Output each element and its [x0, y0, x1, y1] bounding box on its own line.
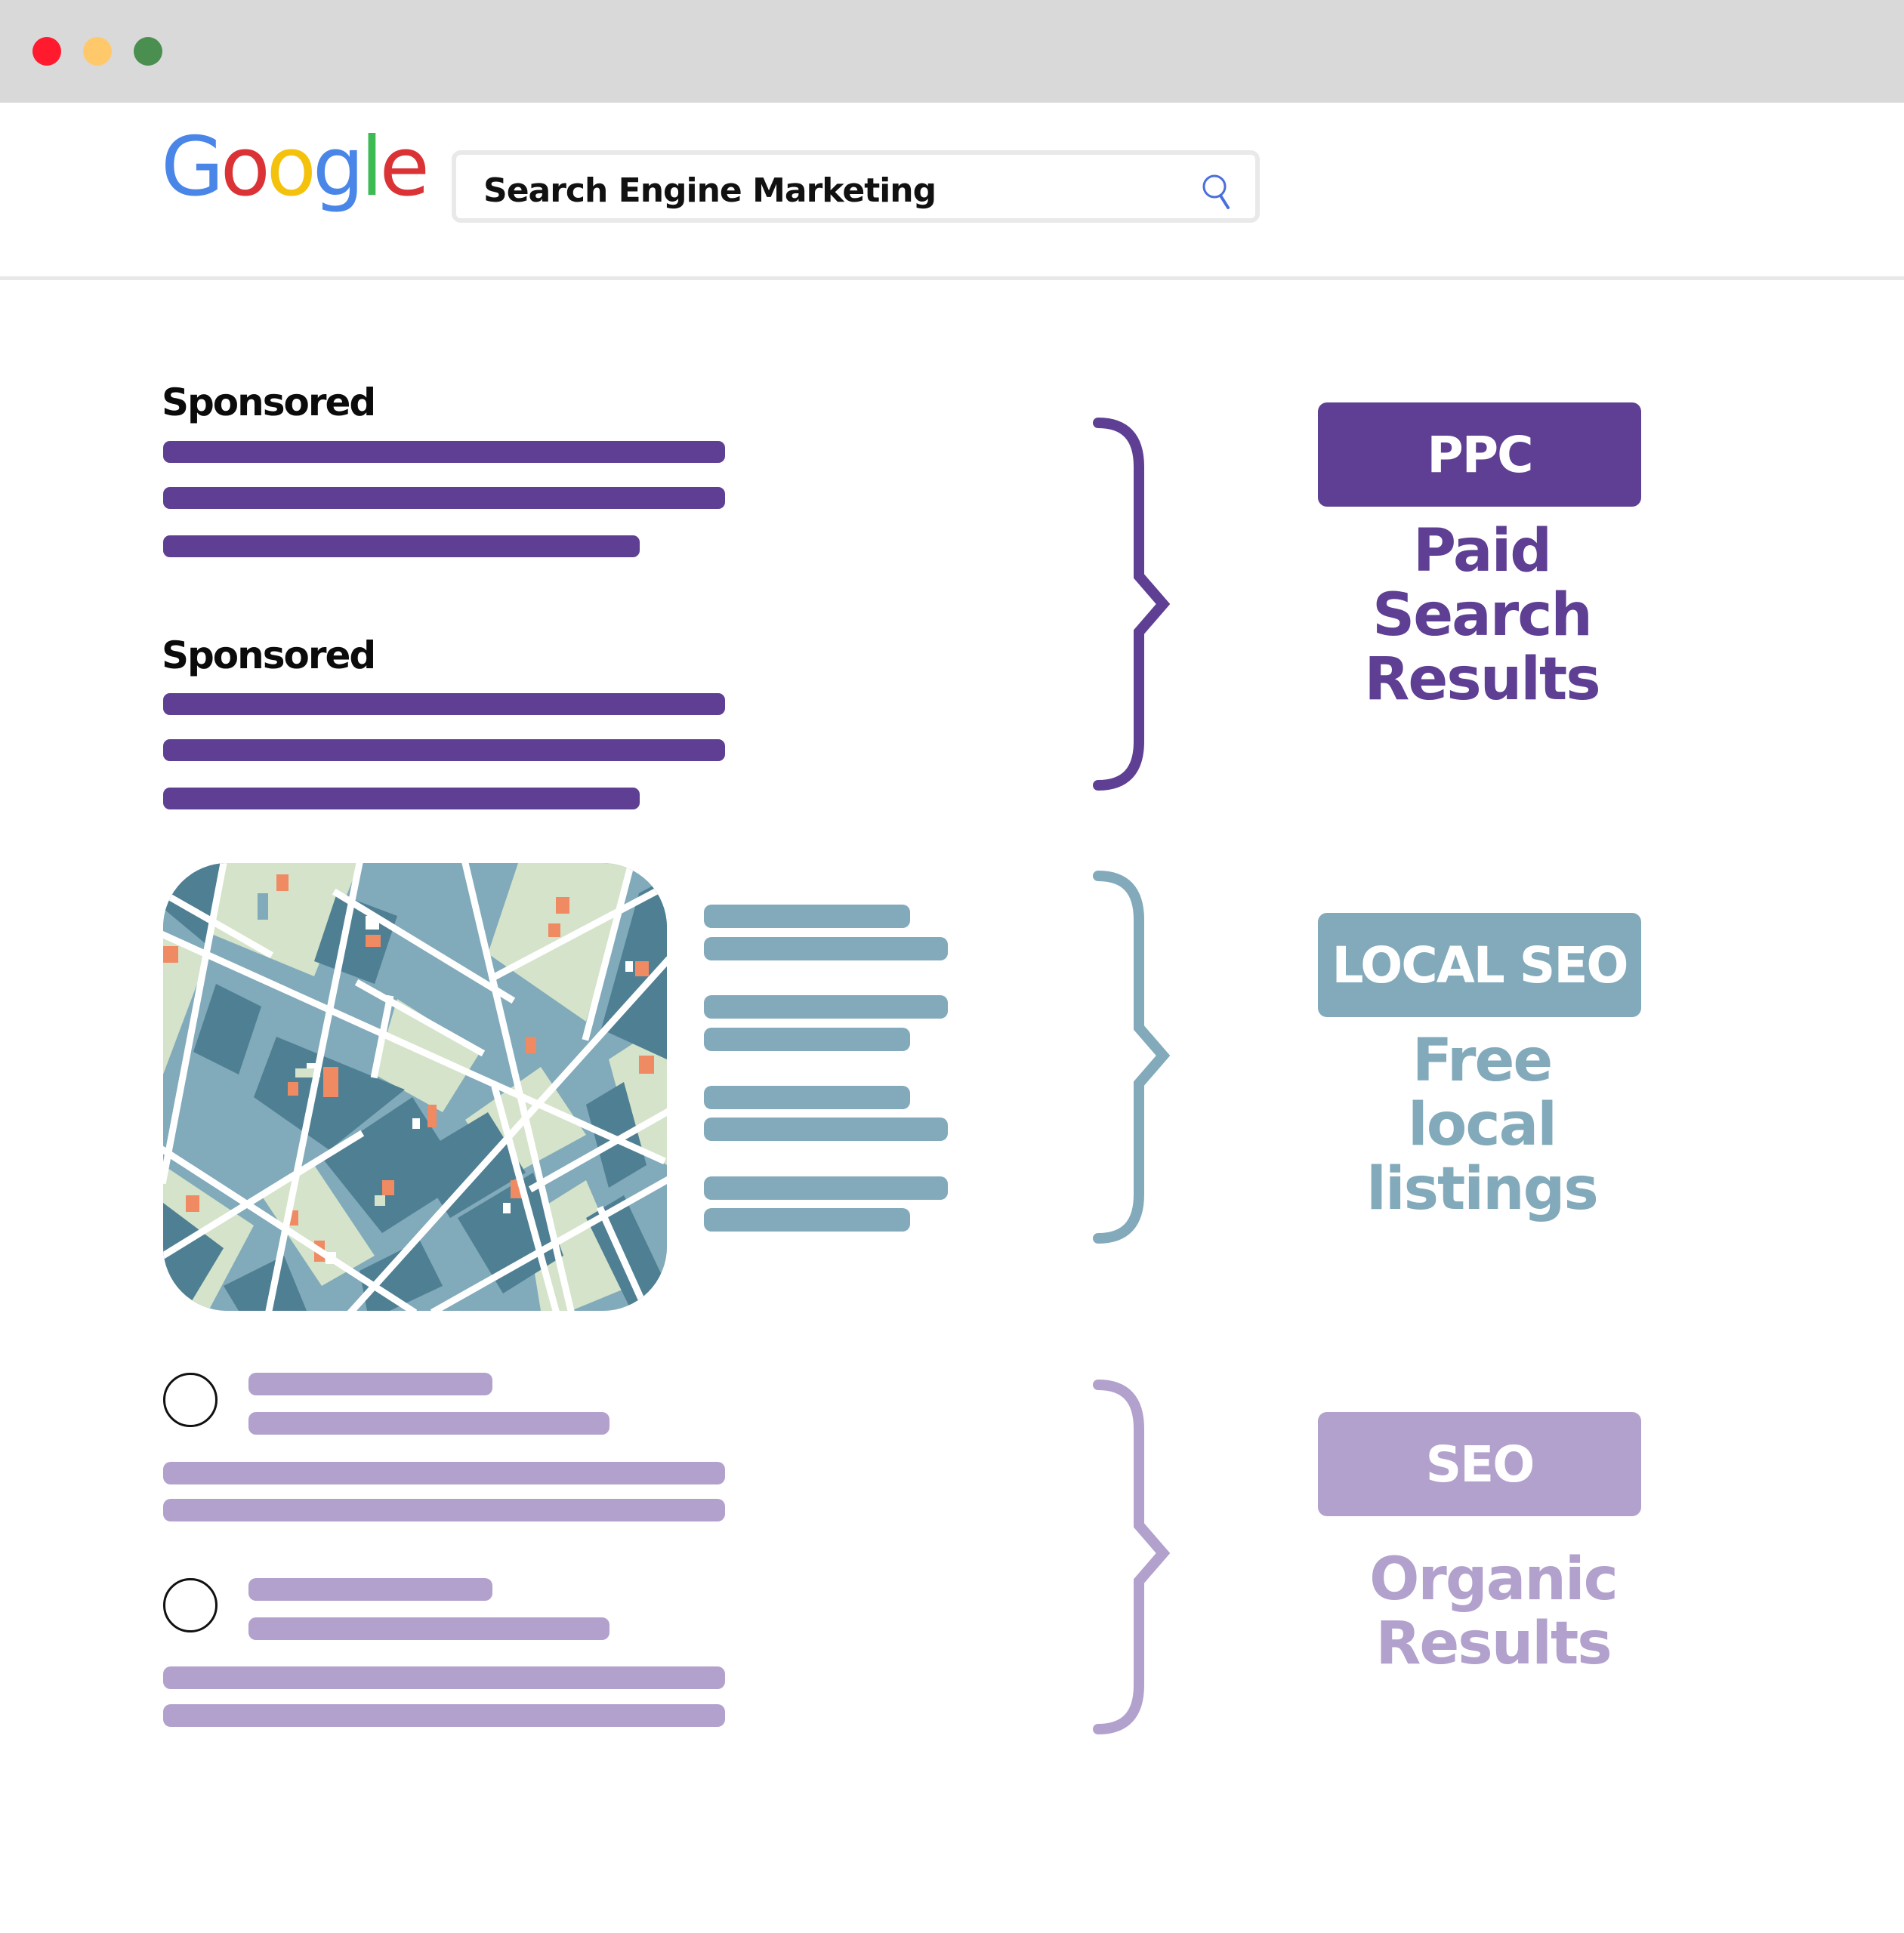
seo-description-line: Organic: [1369, 1546, 1619, 1614]
ppc-description-line: Paid: [1412, 517, 1552, 585]
ppc-tag-label: PPC: [1427, 425, 1533, 484]
organic-text-line: [163, 1704, 725, 1727]
local-map[interactable]: [163, 863, 667, 1311]
city-map-illustration: [163, 863, 667, 1311]
sponsored-label: Sponsored: [162, 381, 376, 424]
organic-url-line: [248, 1617, 609, 1640]
logo-letter: o: [220, 120, 270, 214]
listing-text-line: [704, 937, 948, 960]
organic-bracket-icon: [1093, 1380, 1171, 1734]
local-seo-description-line: Free: [1412, 1027, 1554, 1095]
ad-text-line: [163, 535, 640, 557]
window-maximize-button[interactable]: [134, 37, 162, 66]
organic-text-line: [163, 1499, 725, 1521]
site-favicon: [163, 1578, 218, 1632]
window-minimize-button[interactable]: [83, 37, 112, 66]
ad-title-line[interactable]: [163, 441, 725, 463]
seo-description: Organic Results: [1329, 1548, 1657, 1676]
local-bracket-icon: [1093, 871, 1171, 1244]
logo-letter: G: [161, 120, 224, 214]
ad-title-line[interactable]: [163, 693, 725, 715]
listing-title-line[interactable]: [704, 905, 910, 928]
local-seo-description-line: local: [1408, 1091, 1557, 1159]
organic-title-line[interactable]: [248, 1373, 492, 1395]
window-close-button[interactable]: [32, 37, 61, 66]
logo-letter: l: [360, 120, 383, 214]
listing-text-line: [704, 1118, 948, 1141]
ppc-description-line: Results: [1364, 646, 1600, 714]
local-seo-description: Free local listings: [1318, 1029, 1646, 1222]
logo-letter: o: [266, 120, 316, 214]
listing-title-line[interactable]: [704, 1176, 948, 1200]
ad-text-line: [163, 487, 725, 509]
search-input[interactable]: Search Engine Marketing: [452, 150, 1260, 223]
ppc-description-line: Search: [1372, 581, 1593, 649]
ppc-description: Paid Search Results: [1318, 519, 1646, 712]
ad-text-line: [163, 788, 640, 809]
listing-title-line[interactable]: [704, 1086, 910, 1109]
seo-tag-label: SEO: [1425, 1435, 1535, 1494]
logo-letter: g: [312, 120, 365, 214]
seo-description-line: Results: [1375, 1610, 1612, 1678]
local-seo-tag: LOCAL SEO: [1318, 913, 1641, 1017]
search-query-text: Search Engine Marketing: [483, 171, 937, 210]
header-divider: [0, 276, 1904, 280]
organic-text-line: [163, 1666, 725, 1689]
ad-text-line: [163, 739, 725, 761]
listing-title-line[interactable]: [704, 995, 948, 1019]
organic-url-line: [248, 1412, 609, 1435]
seo-tag: SEO: [1318, 1412, 1641, 1516]
sponsored-label: Sponsored: [162, 634, 376, 677]
organic-text-line: [163, 1462, 725, 1484]
site-favicon: [163, 1373, 218, 1427]
local-seo-description-line: listings: [1366, 1155, 1599, 1223]
organic-title-line[interactable]: [248, 1578, 492, 1601]
search-icon[interactable]: [1196, 170, 1239, 212]
listing-text-line: [704, 1208, 910, 1232]
listing-text-line: [704, 1028, 910, 1051]
google-logo[interactable]: Google: [161, 120, 430, 214]
ppc-bracket-icon: [1093, 418, 1171, 791]
browser-title-bar: [0, 0, 1904, 103]
local-seo-tag-label: LOCAL SEO: [1332, 936, 1628, 994]
logo-letter: e: [379, 120, 429, 214]
ppc-tag: PPC: [1318, 402, 1641, 507]
